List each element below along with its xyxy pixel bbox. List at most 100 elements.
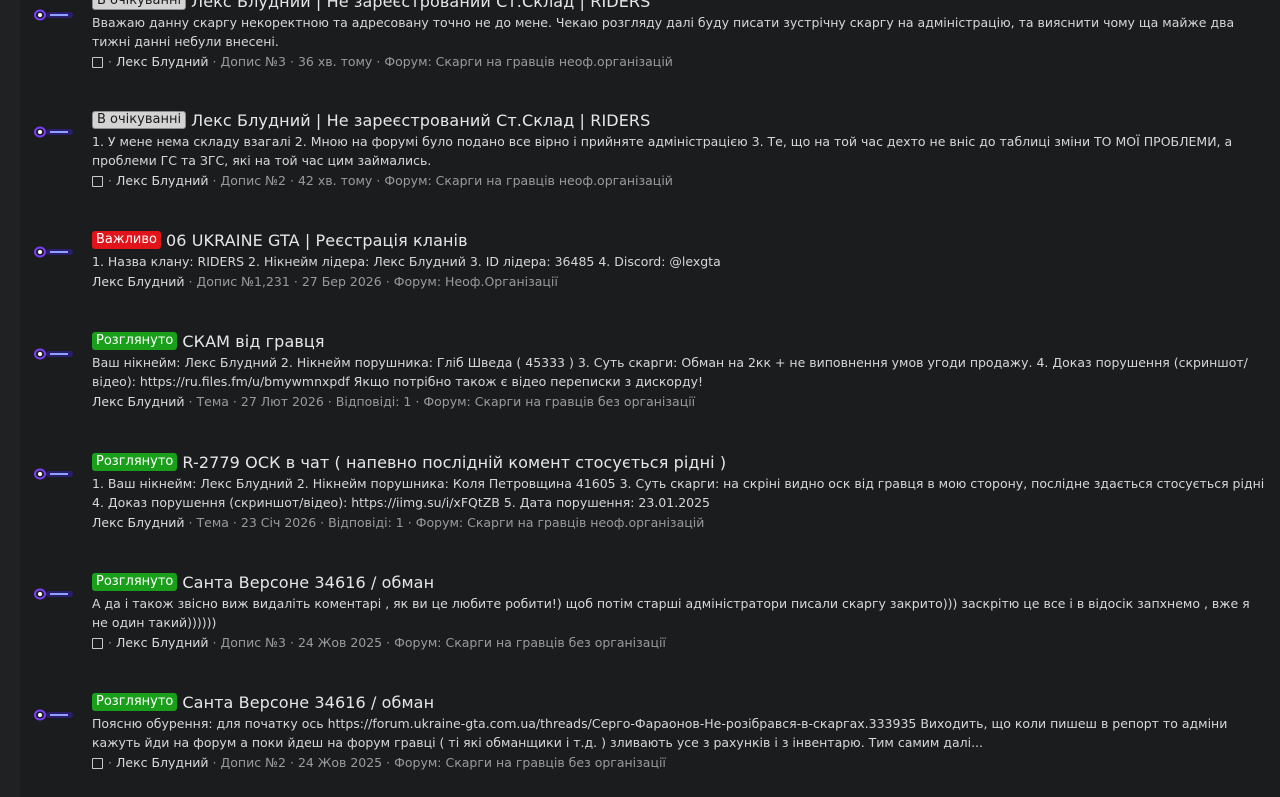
result-title-line: Розглянуто Санта Версоне 34616 / обман [92, 690, 1272, 714]
avatar-icon[interactable] [32, 245, 76, 259]
meta-item: 24 Жов 2025 [297, 755, 383, 770]
author-link[interactable]: Лекс Блудний [92, 513, 185, 533]
result-meta: Лекс Блудний · Допис №1,231 · 27 Бер 2026 · Фо… [92, 272, 1272, 292]
meta-separator: · [108, 173, 112, 188]
result-title-link[interactable]: Лекс Блудний | Не зареєстрований Ст.Скла… [191, 111, 650, 130]
meta-item: Відповіді: 1 [335, 394, 412, 409]
author-link[interactable]: Лекс Блудний [92, 272, 185, 292]
meta-separator: · [108, 54, 112, 69]
checkbox-icon[interactable] [92, 175, 103, 187]
status-badge: Розглянуто [92, 332, 178, 350]
meta-separator: · [415, 394, 420, 409]
result-title-link[interactable]: 06 UKRAINE GTA | Реєстрація кланів [166, 231, 468, 250]
meta-separator: · [386, 635, 391, 650]
meta-separator: · [290, 635, 294, 650]
meta-item: 42 хв. тому [297, 173, 373, 188]
meta-separator: · [320, 515, 325, 530]
meta-separator: · [212, 173, 217, 188]
meta-item: Допис №1,231 [196, 274, 290, 289]
result-content: Важливо 06 UKRAINE GTA | Реєстрація клані… [92, 228, 1272, 292]
result-title-line: Розглянуто СКАМ від гравця [92, 329, 1272, 353]
forum-link[interactable]: Форум: Скарги на гравців без організації [394, 753, 666, 773]
meta-item: 27 Бер 2026 [301, 274, 382, 289]
result-meta: · Лекс Блудний · Допис №2 · 42 хв. тому · Форум… [92, 171, 1272, 191]
result-title-line: Розглянуто Санта Версоне 34616 / обман [92, 570, 1272, 594]
result-title-link[interactable]: СКАМ від гравця [182, 332, 324, 351]
meta-separator: · [290, 755, 294, 770]
meta-separator: · [188, 515, 193, 530]
result-snippet: Ваш нікнейм: Лекс Блудний 2. Нікнейм пор… [92, 355, 1248, 389]
result-snippet: 1. Ваш нікнейм: Лекс Блудний 2. Нікнейм … [92, 476, 1265, 510]
result-snippet: 1. У мене нема складу взагалі 2. Мною на… [92, 134, 1233, 168]
meta-separator: · [385, 274, 390, 289]
avatar-icon[interactable] [32, 8, 76, 22]
author-link[interactable]: Лекс Блудний [116, 171, 209, 191]
meta-separator: · [212, 755, 217, 770]
status-badge: Важливо [92, 231, 161, 249]
meta-separator: · [327, 394, 332, 409]
forum-link[interactable]: Форум: Скарги на гравців неоф.організаці… [416, 513, 705, 533]
forum-link[interactable]: Форум: Скарги на гравців без організації [394, 633, 666, 653]
search-results-panel: В очікуванні Лекс Блудний | Не зареєстров… [20, 0, 1280, 797]
result-title-link[interactable]: Лекс Блудний | Не зареєстрований Ст.Скла… [191, 0, 650, 11]
author-link[interactable]: Лекс Блудний [116, 753, 209, 773]
result-title-line: В очікуванні Лекс Блудний | Не зареєстров… [92, 108, 1272, 132]
result-title-link[interactable]: Санта Версоне 34616 / обман [182, 693, 434, 712]
checkbox-icon[interactable] [92, 757, 103, 769]
result-title-line: В очікуванні Лекс Блудний | Не зареєстров… [92, 0, 1272, 13]
avatar-icon[interactable] [32, 587, 76, 601]
avatar-icon[interactable] [32, 125, 76, 139]
status-badge: В очікуванні [92, 0, 187, 10]
avatar-icon[interactable] [32, 708, 76, 722]
author-link[interactable]: Лекс Блудний [92, 392, 185, 412]
result-content: Розглянуто Санта Версоне 34616 / обман А д… [92, 570, 1272, 653]
meta-item: Тема [196, 394, 229, 409]
meta-separator: · [376, 173, 381, 188]
result-meta: · Лекс Блудний · Допис №2 · 24 Жов 2025 · Форум… [92, 753, 1272, 773]
result-content: Розглянуто СКАМ від гравця Ваш нікнейм: Ле… [92, 329, 1272, 412]
meta-separator: · [108, 755, 112, 770]
result-meta: · Лекс Блудний · Допис №3 · 24 Жов 2025 · Форум… [92, 633, 1272, 653]
result-content: Розглянуто Санта Версоне 34616 / обман Поя… [92, 690, 1272, 773]
meta-separator: · [386, 755, 391, 770]
meta-item: Допис №2 [220, 755, 286, 770]
result-content: В очікуванні Лекс Блудний | Не зареєстров… [92, 108, 1272, 191]
status-badge: В очікуванні [92, 111, 187, 129]
meta-separator: · [212, 54, 217, 69]
meta-separator: · [188, 274, 193, 289]
meta-separator: · [376, 54, 381, 69]
checkbox-icon[interactable] [92, 637, 103, 649]
meta-item: 27 Лют 2026 [240, 394, 324, 409]
result-snippet: Вважаю данну скаргу некоректною та адрес… [92, 15, 1235, 49]
meta-item: 36 хв. тому [297, 54, 373, 69]
meta-item: Допис №3 [220, 54, 286, 69]
meta-item: Допис №3 [220, 635, 286, 650]
result-title-link[interactable]: R-2779 ОСК в чат ( напевно послідній ком… [182, 453, 726, 472]
result-meta: Лекс Блудний · Тема · 23 Січ 2026 · Відповіді:… [92, 513, 1272, 533]
meta-item: Відповіді: 1 [328, 515, 404, 530]
author-link[interactable]: Лекс Блудний [116, 633, 209, 653]
forum-link[interactable]: Форум: Скарги на гравців неоф.організаці… [384, 52, 673, 72]
meta-separator: · [293, 274, 298, 289]
meta-separator: · [232, 394, 237, 409]
result-snippet: 1. Назва клану: RIDERS 2. Нікнейм лідера… [92, 254, 721, 269]
meta-separator: · [108, 635, 112, 650]
status-badge: Розглянуто [92, 693, 178, 711]
result-content: Розглянуто R-2779 ОСК в чат ( напевно пос… [92, 450, 1272, 533]
forum-link[interactable]: Форум: Скарги на гравців без організації [423, 392, 695, 412]
meta-separator: · [407, 515, 412, 530]
forum-link[interactable]: Форум: Скарги на гравців неоф.організаці… [384, 171, 673, 191]
result-content: В очікуванні Лекс Блудний | Не зареєстров… [92, 0, 1272, 72]
status-badge: Розглянуто [92, 453, 178, 471]
checkbox-icon[interactable] [92, 56, 103, 68]
meta-item: 23 Січ 2026 [240, 515, 317, 530]
result-snippet: Поясню обурення: для початку ось https:/… [92, 716, 1228, 750]
status-badge: Розглянуто [92, 573, 178, 591]
meta-item: 24 Жов 2025 [297, 635, 383, 650]
forum-link[interactable]: Форум: Неоф.Організації [394, 272, 558, 292]
avatar-icon[interactable] [32, 467, 76, 481]
result-title-link[interactable]: Санта Версоне 34616 / обман [182, 573, 434, 592]
result-title-line: Важливо 06 UKRAINE GTA | Реєстрація клані… [92, 228, 1272, 252]
author-link[interactable]: Лекс Блудний [116, 52, 209, 72]
avatar-icon[interactable] [32, 347, 76, 361]
